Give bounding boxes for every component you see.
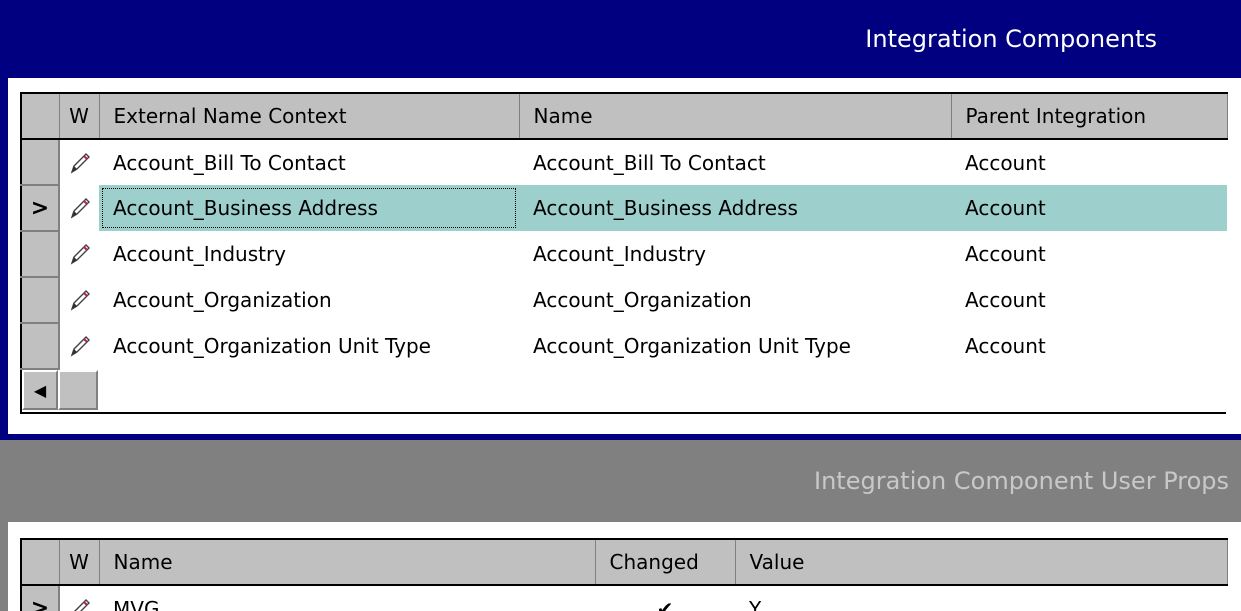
row-selector-header [20,92,60,140]
column-header-name[interactable]: Name [518,92,952,140]
cell-name[interactable]: MVG [99,585,595,611]
integration-components-applet: Integration Components W External Name C… [0,0,1241,440]
pencil-icon [59,585,99,611]
column-header-name[interactable]: Name [98,538,596,586]
row-selector[interactable]: > [20,184,60,232]
applet-body: W Name Changed Value > MVG ✔ Y [8,522,1241,611]
column-header-w[interactable]: W [58,92,100,140]
row-selector-header [20,538,60,586]
table-row[interactable]: Account_Organization Account_Organizatio… [20,276,1227,324]
cell-name[interactable]: Account_Organization Unit Type [519,323,951,369]
horizontal-scrollbar[interactable]: ◀ [20,370,1226,414]
row-selector[interactable] [20,322,60,370]
cell-name[interactable]: Account_Organization [519,277,951,323]
integration-components-grid: W External Name Context Name Parent Inte… [20,92,1228,370]
applet-body: W External Name Context Name Parent Inte… [8,78,1241,434]
cell-external-name-context[interactable]: Account_Organization [99,277,519,323]
user-props-grid: W Name Changed Value > MVG ✔ Y [20,538,1228,611]
column-header-value[interactable]: Value [734,538,1228,586]
column-header-changed[interactable]: Changed [594,538,736,586]
table-row[interactable]: Account_Organization Unit Type Account_O… [20,322,1227,370]
cell-name[interactable]: Account_Bill To Contact [519,139,951,185]
cell-name[interactable]: Account_Business Address [519,185,951,231]
cell-parent-integration[interactable]: Account [951,139,1227,185]
pencil-icon [59,277,99,323]
table-row[interactable]: Account_Bill To Contact Account_Bill To … [20,138,1227,186]
table-row-selected[interactable]: > Account_Business Address Account_Busin… [20,184,1227,232]
cell-parent-integration[interactable]: Account [951,185,1227,231]
applet-title-bar: Integration Components [8,0,1241,78]
applet-title: Integration Components [865,25,1157,53]
scrollbar-thumb[interactable] [58,370,98,410]
cell-value[interactable]: Y [735,585,1227,611]
cell-external-name-context[interactable]: Account_Bill To Contact [99,139,519,185]
table-row[interactable]: Account_Industry Account_Industry Accoun… [20,230,1227,278]
cell-external-name-context[interactable]: Account_Organization Unit Type [99,323,519,369]
cell-parent-integration[interactable]: Account [951,323,1227,369]
user-props-applet: Integration Component User Props W Name … [0,440,1241,611]
cell-parent-integration[interactable]: Account [951,231,1227,277]
row-selector[interactable] [20,230,60,278]
grid-header-row: W Name Changed Value [20,538,1228,586]
pencil-icon [59,323,99,369]
row-selector[interactable] [20,138,60,186]
cell-external-name-context[interactable]: Account_Industry [99,231,519,277]
row-selector[interactable]: > [20,584,60,611]
checkmark-icon[interactable]: ✔ [595,585,735,611]
applet-title-bar: Integration Component User Props [8,440,1241,522]
pencil-icon [59,185,99,231]
pencil-icon [59,139,99,185]
cell-parent-integration[interactable]: Account [951,277,1227,323]
scroll-left-arrow-icon[interactable]: ◀ [22,370,58,410]
cell-name[interactable]: Account_Industry [519,231,951,277]
cell-external-name-context[interactable]: Account_Business Address [99,185,519,231]
row-selector[interactable] [20,276,60,324]
column-header-external-name-context[interactable]: External Name Context [98,92,520,140]
column-header-parent-integration[interactable]: Parent Integration [950,92,1228,140]
grid-header-row: W External Name Context Name Parent Inte… [20,92,1228,140]
applet-title: Integration Component User Props [814,467,1229,495]
column-header-w[interactable]: W [58,538,100,586]
table-row[interactable]: > MVG ✔ Y [20,584,1227,611]
pencil-icon [59,231,99,277]
